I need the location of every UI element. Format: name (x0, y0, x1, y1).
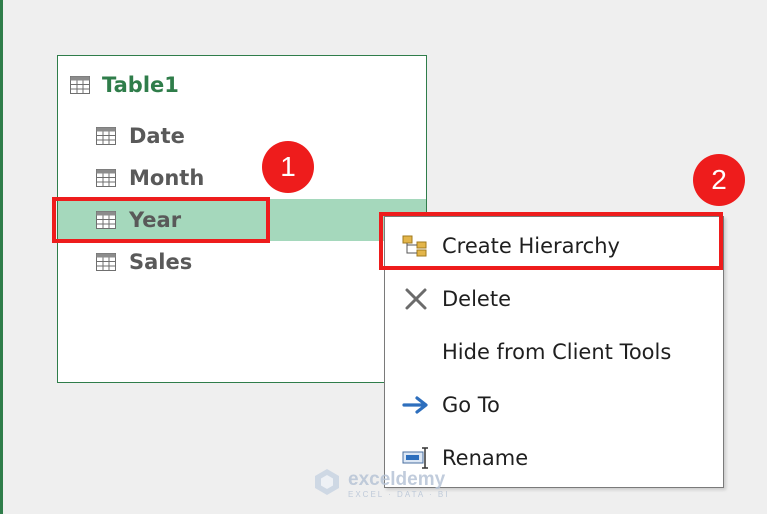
table-icon (96, 169, 116, 187)
context-menu: Create Hierarchy Delete Hide from Client… (384, 216, 724, 488)
field-label: Sales (129, 250, 193, 274)
exceldemy-logo-icon (312, 467, 342, 501)
field-label: Month (129, 166, 205, 190)
table-icon (96, 253, 116, 271)
watermark-tagline: EXCEL · DATA · BI (348, 489, 450, 499)
watermark-logo: exceldemy EXCEL · DATA · BI (312, 466, 449, 502)
hierarchy-icon (401, 231, 431, 261)
field-label: Year (129, 208, 182, 232)
table-icon (96, 211, 116, 229)
menu-label: Create Hierarchy (442, 234, 620, 258)
table-icon (70, 76, 90, 94)
table-icon (96, 127, 116, 145)
menu-item-hide-from-client-tools[interactable]: Hide from Client Tools (385, 327, 723, 377)
table-header[interactable]: Table1 (70, 70, 179, 100)
menu-item-create-hierarchy[interactable]: Create Hierarchy (385, 221, 723, 271)
watermark-name: exceldemy (348, 468, 446, 490)
menu-label: Rename (442, 446, 529, 470)
field-year[interactable]: Year (58, 199, 426, 241)
step-2-badge: 2 (693, 154, 745, 206)
menu-item-delete[interactable]: Delete (385, 274, 723, 324)
menu-item-go-to[interactable]: Go To (385, 380, 723, 430)
menu-label: Hide from Client Tools (442, 340, 672, 364)
field-month[interactable]: Month (58, 157, 426, 199)
field-date[interactable]: Date (58, 115, 426, 157)
step-1-badge: 1 (262, 141, 314, 193)
field-label: Date (129, 124, 185, 148)
table-card: Table1 Date Month Year Sales (57, 55, 427, 383)
window-left-border (0, 0, 3, 514)
table-title: Table1 (102, 73, 179, 97)
menu-label: Go To (442, 393, 500, 417)
field-sales[interactable]: Sales (58, 241, 426, 283)
arrow-right-icon (401, 390, 431, 420)
menu-label: Delete (442, 287, 511, 311)
delete-x-icon (401, 284, 431, 314)
